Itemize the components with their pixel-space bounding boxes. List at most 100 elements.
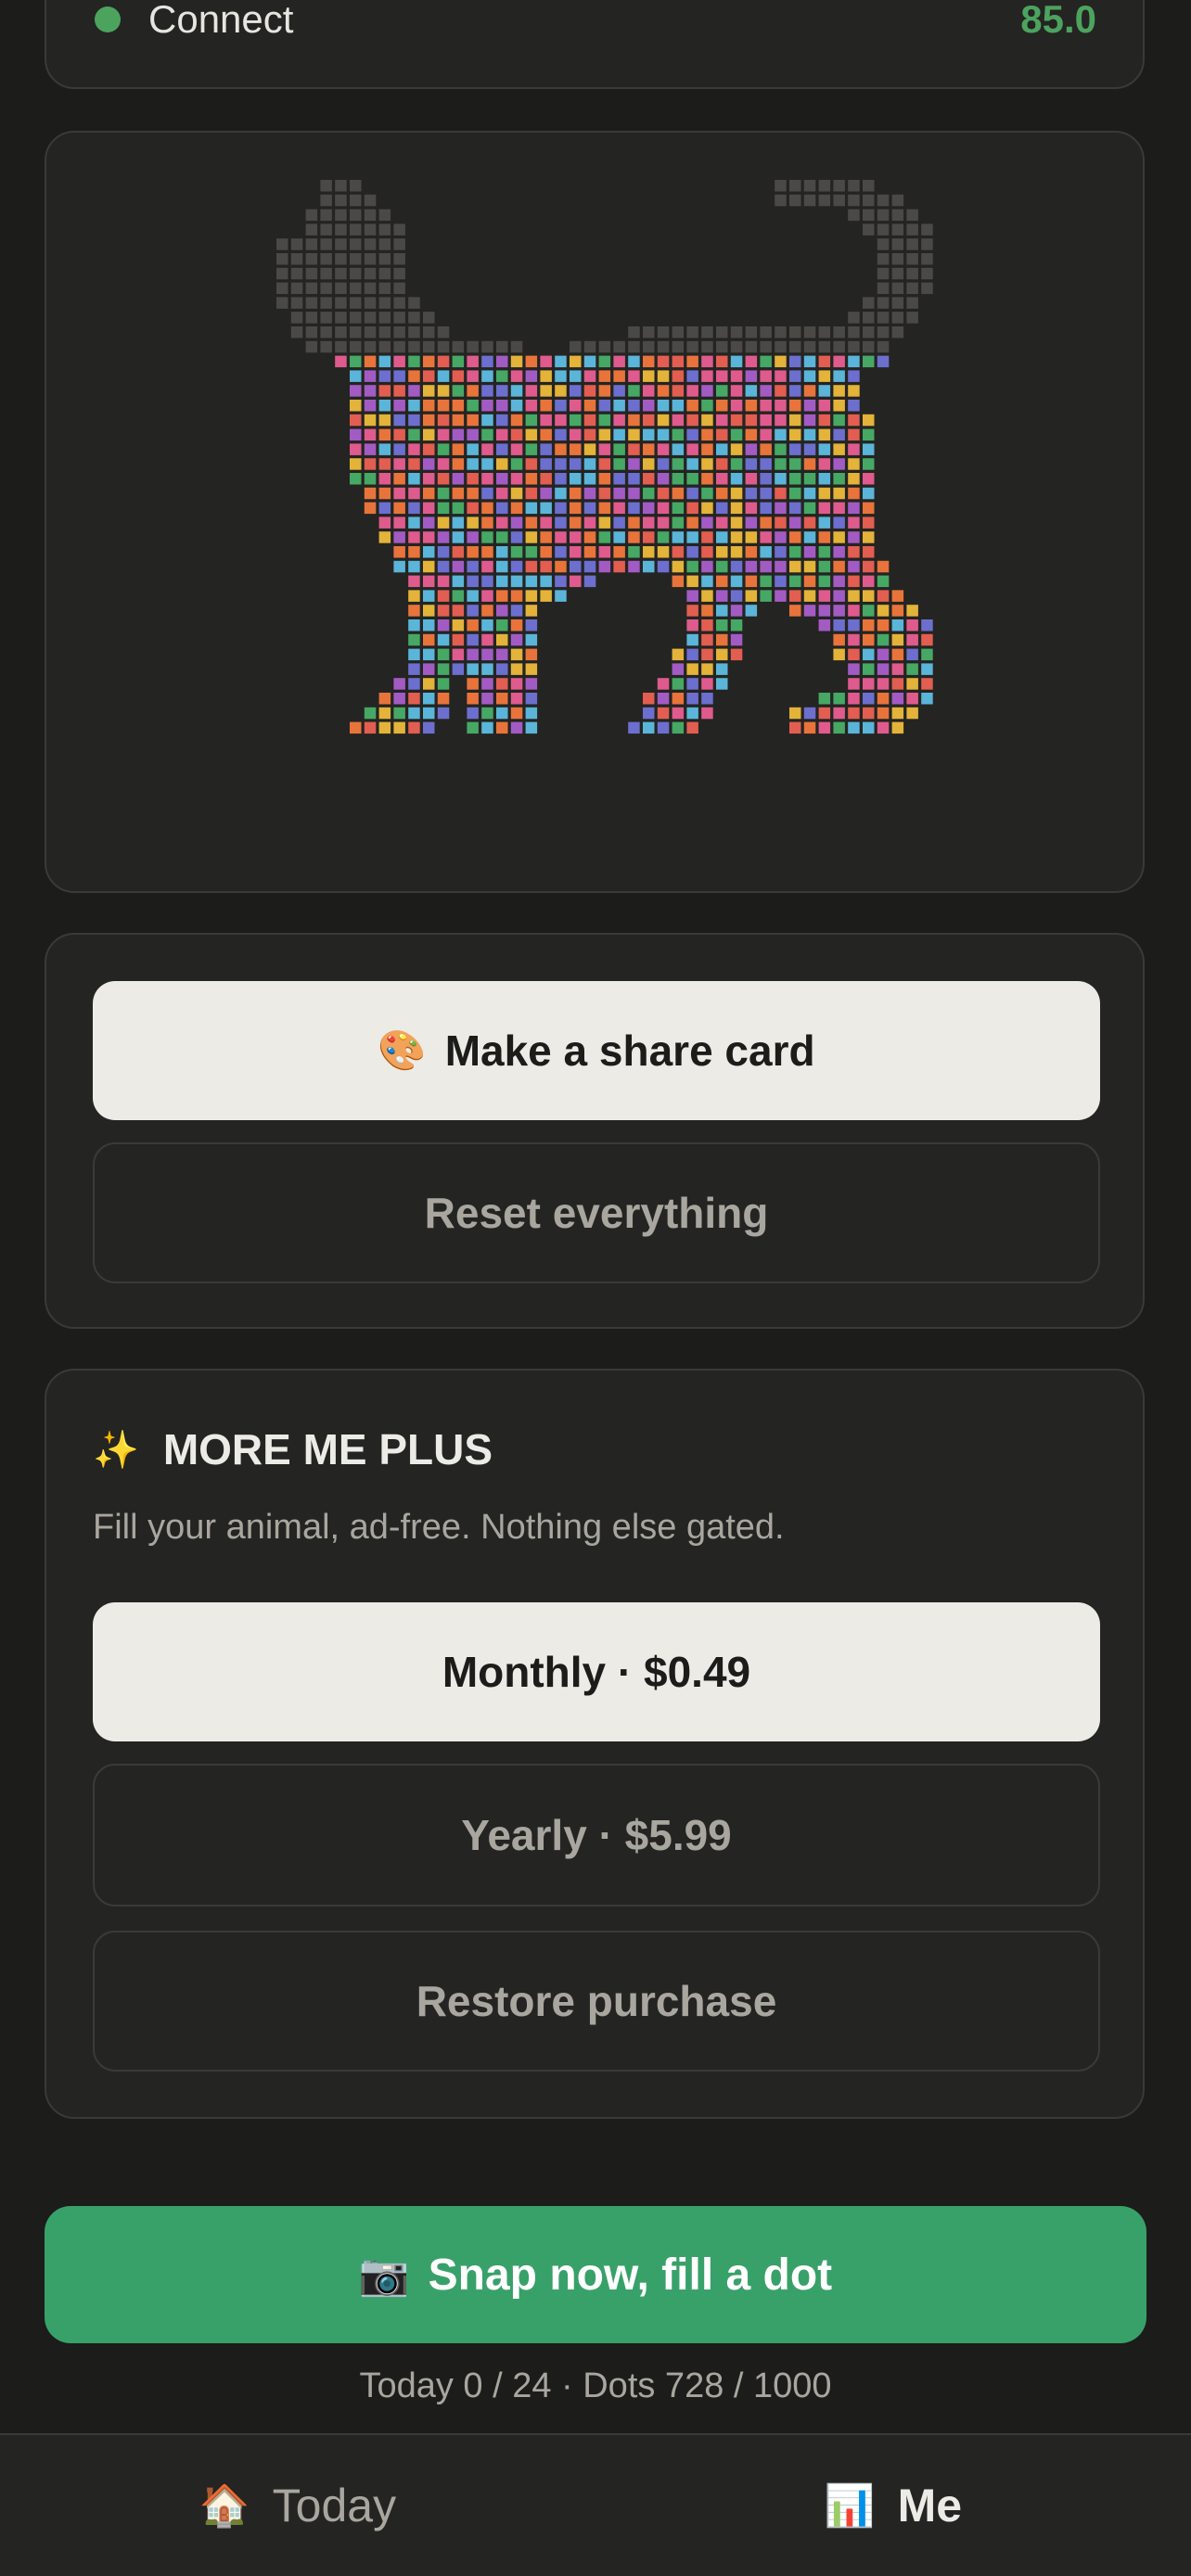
filled-dot: [848, 590, 860, 602]
filled-dot: [701, 678, 713, 690]
filled-dot: [423, 502, 435, 515]
filled-dot: [525, 487, 538, 500]
filled-dot: [452, 619, 465, 631]
empty-dot: [877, 282, 890, 295]
filled-dot: [789, 400, 801, 412]
empty-dot: [350, 326, 362, 338]
filled-dot: [848, 721, 860, 734]
empty-dot: [613, 340, 625, 353]
filled-dot: [364, 707, 377, 720]
filled-dot: [467, 473, 479, 485]
filled-dot: [848, 619, 860, 631]
tab-me[interactable]: 📊 Me: [596, 2435, 1191, 2576]
monthly-plan-button[interactable]: Monthly · $0.49: [93, 1602, 1100, 1741]
filled-dot: [496, 678, 508, 690]
filled-dot: [657, 428, 670, 441]
filled-dot: [906, 707, 918, 720]
filled-dot: [613, 531, 625, 543]
empty-dot: [775, 326, 787, 338]
tab-me-label: Me: [897, 2480, 963, 2531]
filled-dot: [745, 502, 758, 515]
filled-dot: [583, 502, 596, 515]
filled-dot: [496, 400, 508, 412]
filled-dot: [452, 473, 465, 485]
empty-dot: [686, 340, 698, 353]
filled-dot: [877, 693, 890, 705]
filled-dot: [496, 663, 508, 675]
filled-dot: [393, 707, 405, 720]
filled-dot: [555, 385, 567, 397]
empty-dot: [276, 297, 288, 309]
filled-dot: [598, 458, 611, 470]
filled-dot: [906, 648, 918, 661]
filled-dot: [525, 633, 538, 646]
filled-dot: [525, 355, 538, 368]
filled-dot: [833, 458, 845, 470]
filled-dot: [657, 370, 670, 382]
filled-dot: [437, 428, 450, 441]
filled-dot: [775, 355, 787, 368]
filled-dot: [818, 590, 831, 602]
share-card-button[interactable]: 🎨 Make a share card: [93, 981, 1100, 1120]
filled-dot: [760, 473, 772, 485]
filled-dot: [467, 590, 479, 602]
empty-dot: [921, 282, 933, 295]
filled-dot: [496, 648, 508, 661]
yearly-plan-button[interactable]: Yearly · $5.99: [93, 1764, 1100, 1906]
filled-dot: [760, 487, 772, 500]
filled-dot: [745, 487, 758, 500]
filled-dot: [510, 414, 523, 427]
filled-dot: [452, 663, 465, 675]
filled-dot: [775, 473, 787, 485]
filled-dot: [833, 355, 845, 368]
filled-dot: [833, 693, 845, 705]
filled-dot: [613, 385, 625, 397]
empty-dot: [672, 340, 685, 353]
filled-dot: [481, 355, 493, 368]
empty-dot: [481, 340, 493, 353]
filled-dot: [818, 443, 831, 455]
filled-dot: [730, 619, 743, 631]
empty-dot: [335, 238, 347, 250]
filled-dot: [378, 400, 391, 412]
empty-dot: [393, 238, 405, 250]
stats-row-card: Connect 85.0: [45, 0, 1145, 89]
filled-dot: [510, 575, 523, 588]
snap-button[interactable]: 📷 Snap now, fill a dot: [45, 2206, 1146, 2343]
filled-dot: [803, 428, 816, 441]
filled-dot: [848, 385, 860, 397]
filled-dot: [408, 575, 420, 588]
filled-dot: [364, 428, 377, 441]
filled-dot: [525, 648, 538, 661]
filled-dot: [818, 385, 831, 397]
filled-dot: [437, 605, 450, 617]
sparkles-icon: ✨: [93, 1429, 139, 1471]
filled-dot: [686, 502, 698, 515]
tab-today[interactable]: 🏠 Today: [0, 2435, 596, 2576]
filled-dot: [555, 487, 567, 500]
empty-dot: [320, 194, 332, 207]
filled-dot: [467, 619, 479, 631]
filled-dot: [496, 414, 508, 427]
filled-dot: [613, 516, 625, 529]
filled-dot: [643, 693, 655, 705]
reset-button[interactable]: Reset everything: [93, 1142, 1100, 1283]
filled-dot: [481, 707, 493, 720]
filled-dot: [803, 560, 816, 573]
filled-dot: [364, 370, 377, 382]
empty-dot: [305, 223, 318, 236]
filled-dot: [657, 546, 670, 558]
empty-dot: [320, 253, 332, 265]
filled-dot: [848, 473, 860, 485]
filled-dot: [510, 443, 523, 455]
filled-dot: [350, 443, 362, 455]
empty-dot: [408, 312, 420, 324]
filled-dot: [921, 633, 933, 646]
filled-dot: [643, 414, 655, 427]
filled-dot: [848, 546, 860, 558]
filled-dot: [481, 560, 493, 573]
filled-dot: [423, 443, 435, 455]
empty-dot: [305, 297, 318, 309]
filled-dot: [643, 385, 655, 397]
restore-purchase-button[interactable]: Restore purchase: [93, 1931, 1100, 2072]
